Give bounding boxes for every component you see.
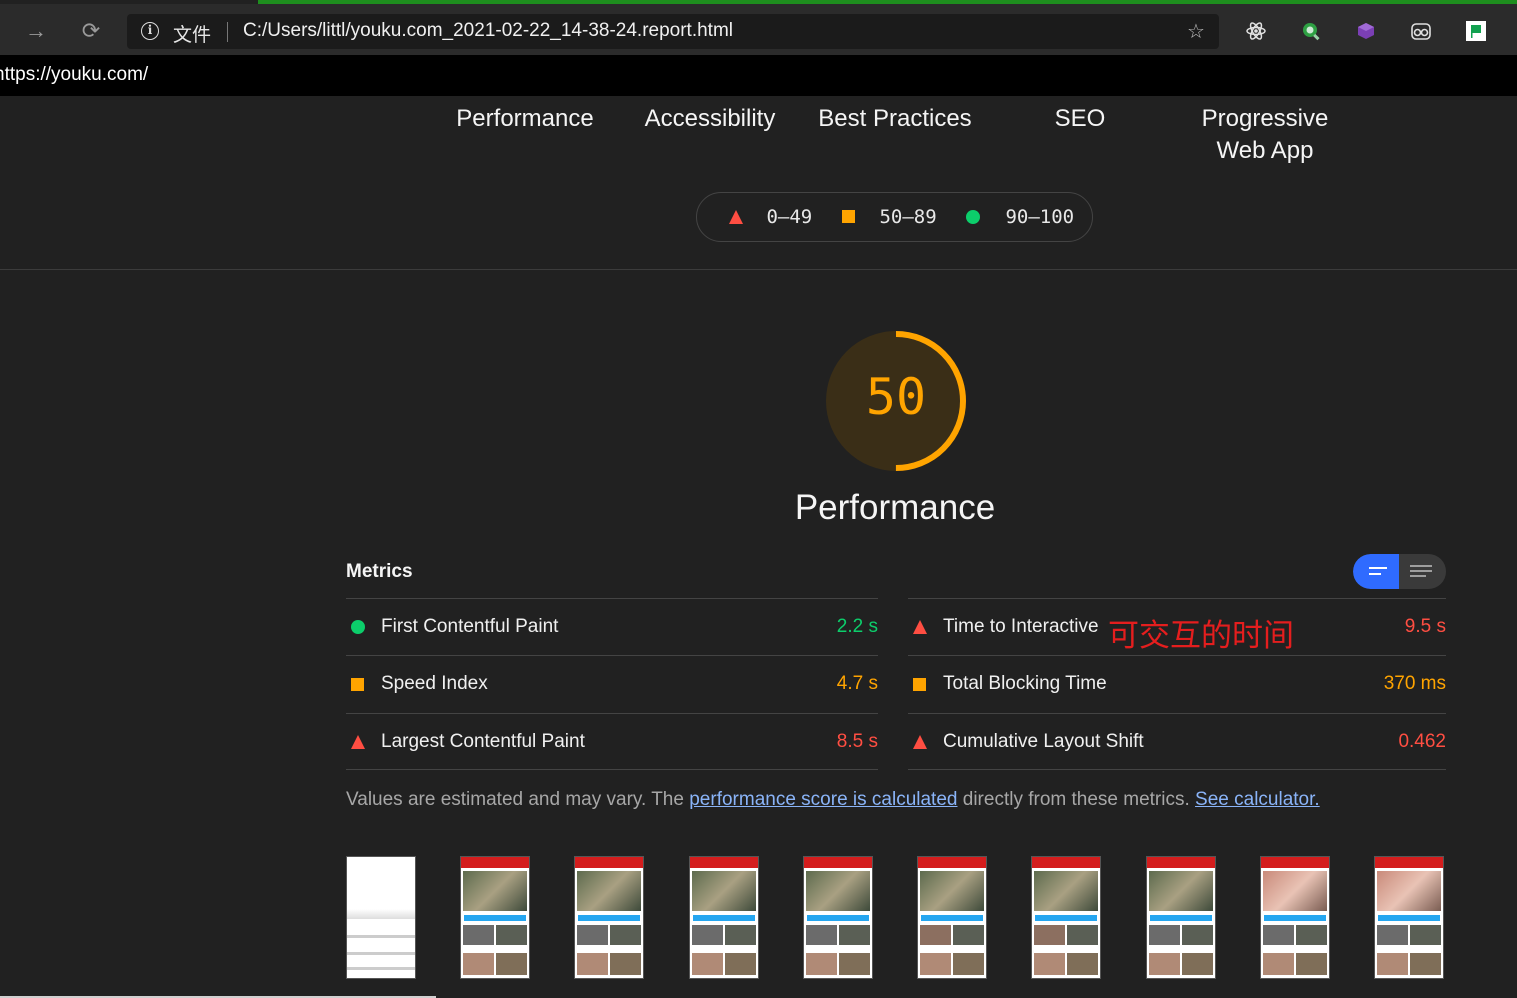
fail-triangle-icon: [913, 735, 927, 749]
metric-value: 4.7 s: [836, 673, 878, 694]
metrics-heading: Metrics: [346, 561, 413, 582]
metric-label: Largest Contentful Paint: [381, 731, 585, 752]
fail-triangle-icon: [729, 210, 743, 224]
metric-tbt: Total Blocking Time 370 ms: [908, 656, 1446, 712]
performance-score: 50: [865, 368, 927, 426]
react-devtools-icon[interactable]: [1245, 20, 1267, 42]
tti-annotation: 可交互的时间: [1108, 618, 1294, 654]
fail-triangle-icon: [913, 620, 927, 634]
filmstrip-frame: [1031, 856, 1101, 979]
gauge-title: Performance: [794, 488, 996, 527]
address-bar[interactable]: i 文件 C:/Users/littl/youku.com_2021-02-22…: [127, 14, 1219, 49]
filmstrip-frame: [346, 856, 416, 979]
filmstrip-frame: [1146, 856, 1216, 979]
flag-extension-icon[interactable]: [1465, 20, 1487, 42]
metric-value: 8.5 s: [836, 731, 878, 752]
legend-fail-range: 0–49: [766, 206, 813, 228]
metric-cls: Cumulative Layout Shift 0.462: [908, 714, 1446, 770]
fail-triangle-icon: [351, 735, 365, 749]
metric-speed-index: Speed Index 4.7 s: [346, 656, 878, 712]
metric-label: Total Blocking Time: [943, 673, 1107, 694]
average-square-icon: [913, 678, 926, 691]
metric-lcp: Largest Contentful Paint 8.5 s: [346, 714, 878, 770]
filmstrip-frame: [689, 856, 759, 979]
legend-average: 50–89: [842, 206, 937, 228]
metric-label: Cumulative Layout Shift: [943, 731, 1144, 752]
report-url[interactable]: https://youku.com/: [0, 64, 148, 86]
add-favorite-icon[interactable]: ☆: [1185, 21, 1207, 43]
metric-fcp: First Contentful Paint 2.2 s: [346, 599, 878, 655]
refresh-icon[interactable]: ⟳: [76, 16, 106, 46]
category-seo[interactable]: SEO: [1000, 103, 1160, 135]
average-square-icon: [842, 210, 855, 223]
metric-value: 9.5 s: [1404, 616, 1446, 637]
metrics-view-toggle[interactable]: [1353, 554, 1446, 589]
metrics-note: Values are estimated and may vary. The p…: [346, 789, 1320, 811]
pass-circle-icon: [351, 620, 365, 634]
report-url-bar: https://youku.com/: [0, 55, 1517, 96]
expanded-view-button[interactable]: [1399, 554, 1446, 589]
category-pwa[interactable]: Progressive Web App: [1180, 103, 1350, 167]
header-divider: [0, 269, 1517, 270]
file-scheme-label: 文件: [173, 24, 212, 46]
metric-value: 370 ms: [1383, 673, 1446, 694]
average-square-icon: [351, 678, 364, 691]
address-text[interactable]: C:/Users/littl/youku.com_2021-02-22_14-3…: [243, 20, 733, 42]
see-calculator-link[interactable]: See calculator.: [1195, 789, 1320, 810]
metric-value: 0.462: [1398, 731, 1446, 752]
metric-value: 2.2 s: [836, 616, 878, 637]
browser-toolbar: → ⟳ i 文件 C:/Users/littl/youku.com_2021-0…: [0, 4, 1517, 55]
score-legend: 0–49 50–89 90–100: [696, 192, 1093, 242]
forward-icon[interactable]: →: [21, 16, 51, 46]
filmstrip-frame: [460, 856, 530, 979]
legend-fail: 0–49: [729, 206, 812, 228]
filmstrip-frame: [574, 856, 644, 979]
legend-pass: 90–100: [966, 206, 1074, 228]
filmstrip-frame: [1260, 856, 1330, 979]
metric-label: First Contentful Paint: [381, 616, 559, 637]
metric-label: Time to Interactive: [943, 616, 1099, 637]
filmstrip-frame: [917, 856, 987, 979]
note-text: Values are estimated and may vary. The: [346, 789, 690, 810]
category-accessibility[interactable]: Accessibility: [630, 103, 790, 135]
legend-pass-range: 90–100: [1005, 206, 1075, 228]
category-best-practices[interactable]: Best Practices: [805, 103, 985, 135]
note-text: directly from these metrics.: [957, 789, 1196, 810]
vue-search-extension-icon[interactable]: [1300, 20, 1322, 42]
filmstrip-frame: [1374, 856, 1444, 979]
filmstrip-frame: [803, 856, 873, 979]
metric-label: Speed Index: [381, 673, 488, 694]
site-info-icon[interactable]: i: [141, 22, 159, 40]
score-calculated-link[interactable]: performance score is calculated: [689, 789, 957, 810]
pass-circle-icon: [966, 210, 980, 224]
cube-extension-icon[interactable]: [1355, 20, 1377, 42]
ghostery-extension-icon[interactable]: [1410, 20, 1432, 42]
summary-view-button[interactable]: [1353, 554, 1399, 589]
address-separator: [227, 22, 228, 42]
legend-average-range: 50–89: [879, 206, 937, 228]
category-performance[interactable]: Performance: [445, 103, 605, 135]
